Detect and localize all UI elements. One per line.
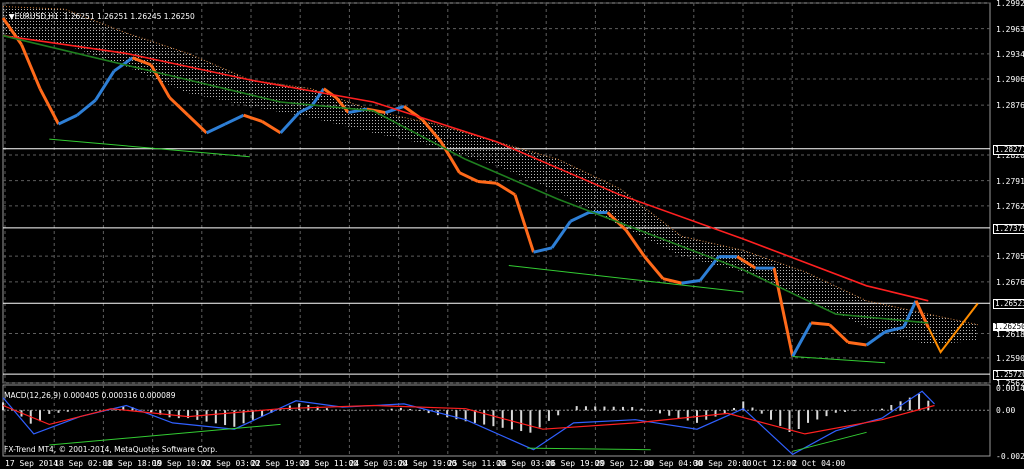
price-tick-label: 1.29345 <box>996 49 1024 59</box>
price-candle <box>279 111 301 134</box>
price-candle <box>38 88 60 125</box>
price-candle <box>681 279 701 285</box>
price-candle <box>643 255 665 280</box>
time-tick-label: 17 Sep 2014 <box>5 459 58 468</box>
chart-title: ▼EURUSD,H1 1.26251 1.26251 1.26245 1.262… <box>4 3 195 21</box>
price-tag: 1.28271 <box>993 144 1024 155</box>
price-tick-label: 1.25905 <box>996 353 1024 363</box>
symbol-caption: EURUSD,H1 1.26251 1.26251 1.26245 1.2625… <box>14 12 195 21</box>
price-candle <box>662 277 682 285</box>
price-tag: 1.26523 <box>993 299 1024 310</box>
macd-tick-label: 0.00 <box>996 406 1016 416</box>
macd-trend-line <box>49 423 281 446</box>
price-candle <box>533 246 553 254</box>
price-candle <box>513 194 535 253</box>
macd-tick-label: 0.0014 <box>996 384 1024 394</box>
price-candle <box>569 211 590 223</box>
time-tick-label: 1 Oct 12:00 <box>743 459 796 468</box>
price-candle <box>205 122 226 135</box>
price-candle <box>187 114 208 134</box>
price-tick-label: 1.28765 <box>996 101 1024 111</box>
price-candle <box>495 182 516 197</box>
price-candle <box>847 340 867 347</box>
price-candle <box>477 180 497 185</box>
price-tag: 1.27375 <box>993 223 1024 234</box>
copyright-text: FX-Trend MT4, © 2001-2014, MetaQuotes So… <box>4 445 218 454</box>
price-candle <box>791 322 813 358</box>
macd-tick-label: -0.002896 <box>996 451 1024 461</box>
price-tick-label: 1.27625 <box>996 201 1024 211</box>
price-candle <box>243 113 263 123</box>
price-candle <box>94 70 116 102</box>
time-tick-label: 2 Oct 04:00 <box>792 459 846 468</box>
macd-caption: MACD(12,26,9) 0.000405 0.000316 0.000089 <box>4 391 176 400</box>
trend-line <box>49 138 250 158</box>
price-tick-label: 1.29630 <box>996 24 1024 34</box>
price-candle <box>458 171 479 183</box>
price-tick-label: 1.29060 <box>996 75 1024 84</box>
price-tag: 1.26250 <box>993 323 1024 332</box>
series-line <box>2 34 929 302</box>
ichimoku-cloud <box>3 6 978 345</box>
price-candle <box>550 220 572 249</box>
price-candle <box>261 120 282 135</box>
price-tick-label: 1.29920 <box>996 0 1024 8</box>
macd-trend-line <box>792 431 867 452</box>
price-candle <box>20 43 42 90</box>
price-candle <box>168 96 190 117</box>
price-candle <box>76 99 97 117</box>
price-tick-label: 1.27055 <box>996 252 1024 262</box>
price-candle <box>224 113 245 126</box>
macd-trend-line <box>527 447 651 451</box>
price-candle <box>57 113 78 126</box>
price-candle <box>810 321 830 327</box>
price-tick-label: 1.27910 <box>996 176 1024 186</box>
price-tick-label: 1.26765 <box>996 277 1024 287</box>
price-tag: 1.25720 <box>993 370 1024 381</box>
